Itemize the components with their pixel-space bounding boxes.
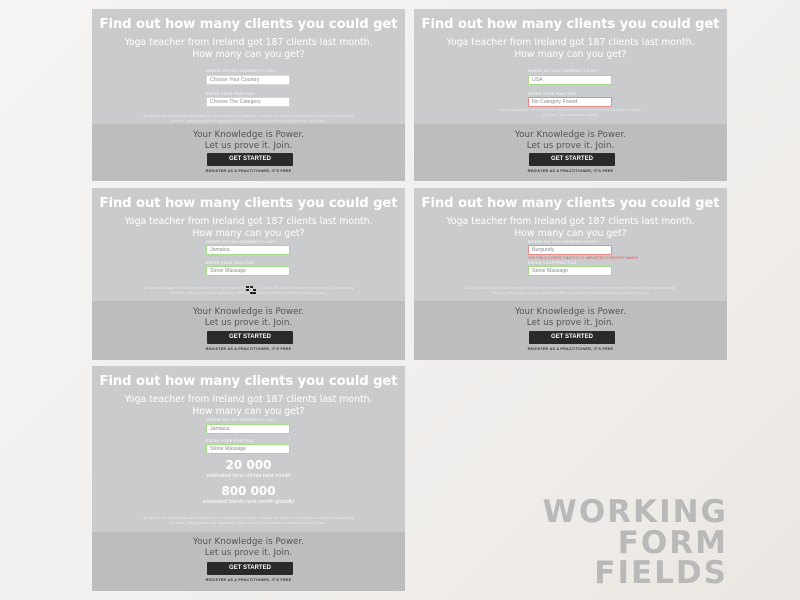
fine-print: All figures are approximate and based on… bbox=[142, 114, 355, 124]
subtitle-line-1: Yoga teacher from Ireland got 187 client… bbox=[124, 216, 373, 227]
category-label: Enter your practice bbox=[528, 92, 577, 96]
join-section: Your Knowledge is Power. Let us prove it… bbox=[414, 124, 727, 181]
knowledge-line-1: Your Knowledge is Power. bbox=[514, 307, 627, 317]
card-title: Find out how many clients you could get bbox=[99, 196, 398, 211]
country-label: Where do you currently live? bbox=[206, 69, 277, 73]
knowledge-text: Your Knowledge is Power. Let us prove it… bbox=[414, 307, 727, 329]
heading-line-2: FORM bbox=[617, 524, 728, 561]
card-title: Find out how many clients you could get bbox=[421, 17, 720, 32]
knowledge-line-2: Let us prove it. Join. bbox=[526, 141, 615, 151]
subtitle-line-2: How many can you get? bbox=[514, 227, 627, 239]
get-started-button[interactable]: GET STARTED bbox=[207, 153, 293, 166]
heading-line-3: FIELDS bbox=[594, 555, 728, 591]
knowledge-line-1: Your Knowledge is Power. bbox=[192, 537, 305, 547]
card-subtitle: Yoga teacher from Ireland got 187 client… bbox=[92, 394, 405, 417]
card-title: Find out how many clients you could get bbox=[99, 374, 398, 389]
category-input[interactable]: Choose The Category bbox=[206, 97, 290, 107]
category-label: Enter your practice bbox=[206, 92, 255, 96]
category-input[interactable]: Stone Massage bbox=[206, 444, 290, 454]
country-label: Where do you currently live? bbox=[528, 69, 599, 73]
form-card-loading: Find out how many clients you could get … bbox=[92, 188, 405, 360]
card-subtitle: Yoga teacher from Ireland got 187 client… bbox=[414, 216, 727, 239]
join-section: Your Knowledge is Power. Let us prove it… bbox=[92, 532, 405, 591]
country-input[interactable]: USA bbox=[528, 75, 612, 85]
fine-print: Your practice was not on the list? Join … bbox=[499, 108, 642, 118]
subtitle-line-1: Yoga teacher from Ireland got 187 client… bbox=[446, 37, 695, 48]
register-link[interactable]: REGISTER AS A PRACTITIONER, IT'S FREE bbox=[92, 169, 405, 173]
category-input[interactable]: No Category Found bbox=[528, 97, 612, 107]
fine-print: All figures are approximate and based on… bbox=[464, 286, 677, 296]
knowledge-line-1: Your Knowledge is Power. bbox=[192, 307, 305, 317]
card-subtitle: Yoga teacher from Ireland got 187 client… bbox=[92, 37, 405, 60]
subtitle-line-1: Yoga teacher from Ireland got 187 client… bbox=[124, 394, 373, 405]
category-input[interactable]: Stone Massage bbox=[206, 266, 290, 276]
knowledge-line-2: Let us prove it. Join. bbox=[526, 318, 615, 328]
register-link[interactable]: REGISTER AS A PRACTITIONER, IT'S FREE bbox=[92, 578, 405, 582]
country-input[interactable]: Jamaica bbox=[206, 245, 290, 255]
card-subtitle: Yoga teacher from Ireland got 187 client… bbox=[414, 37, 727, 60]
card-title: Find out how many clients you could get bbox=[421, 196, 720, 211]
form-card-error: Find out how many clients you could get … bbox=[414, 188, 727, 360]
country-label: Where do you currently live? bbox=[206, 240, 277, 244]
knowledge-text: Your Knowledge is Power. Let us prove it… bbox=[414, 130, 727, 152]
country-input[interactable]: Jamaica bbox=[206, 424, 290, 434]
local-clients-count: 20 000 bbox=[225, 458, 272, 472]
working-form-fields-heading: WORKING FORM FIELDS bbox=[543, 497, 728, 589]
category-input[interactable]: Stone Massage bbox=[528, 266, 612, 276]
country-input[interactable]: Choose Your Country bbox=[206, 75, 290, 85]
fine-print: All figures are approximate and based on… bbox=[142, 516, 355, 526]
register-link[interactable]: REGISTER AS A PRACTITIONER, IT'S FREE bbox=[92, 347, 405, 351]
form-card-results: Find out how many clients you could get … bbox=[92, 366, 405, 591]
get-started-button[interactable]: GET STARTED bbox=[529, 331, 615, 344]
card-title: Find out how many clients you could get bbox=[99, 17, 398, 32]
knowledge-text: Your Knowledge is Power. Let us prove it… bbox=[92, 537, 405, 559]
knowledge-text: Your Knowledge is Power. Let us prove it… bbox=[92, 307, 405, 329]
subtitle-line-2: How many can you get? bbox=[192, 227, 305, 239]
knowledge-line-2: Let us prove it. Join. bbox=[204, 141, 293, 151]
country-error-message: The field doesn't match to imported coun… bbox=[528, 256, 639, 260]
join-section: Your Knowledge is Power. Let us prove it… bbox=[92, 301, 405, 360]
card-subtitle: Yoga teacher from Ireland got 187 client… bbox=[92, 216, 405, 239]
knowledge-line-2: Let us prove it. Join. bbox=[204, 318, 293, 328]
knowledge-line-1: Your Knowledge is Power. bbox=[514, 130, 627, 140]
get-started-button[interactable]: GET STARTED bbox=[529, 153, 615, 166]
category-label: Enter your practice bbox=[206, 439, 255, 443]
global-clients-count: 800 000 bbox=[221, 484, 276, 498]
heading-line-1: WORKING bbox=[542, 494, 728, 530]
local-clients-label: estimated local clients next month bbox=[206, 473, 291, 479]
subtitle-line-1: Yoga teacher from Ireland got 187 client… bbox=[446, 216, 695, 227]
subtitle-line-2: How many can you get? bbox=[514, 48, 627, 60]
form-card-no-category: Find out how many clients you could get … bbox=[414, 9, 727, 181]
knowledge-line-1: Your Knowledge is Power. bbox=[192, 130, 305, 140]
country-input[interactable]: Burgundy bbox=[528, 245, 612, 255]
global-clients-label: estimated clients next month globally bbox=[202, 499, 295, 505]
country-label: Where do you currently live? bbox=[206, 418, 277, 422]
get-started-button[interactable]: GET STARTED bbox=[207, 331, 293, 344]
register-link[interactable]: REGISTER AS A PRACTITIONER, IT'S FREE bbox=[414, 169, 727, 173]
register-link[interactable]: REGISTER AS A PRACTITIONER, IT'S FREE bbox=[414, 347, 727, 351]
knowledge-line-2: Let us prove it. Join. bbox=[204, 548, 293, 558]
subtitle-line-1: Yoga teacher from Ireland got 187 client… bbox=[124, 37, 373, 48]
get-started-button[interactable]: GET STARTED bbox=[207, 562, 293, 575]
form-card-default: Find out how many clients you could get … bbox=[92, 9, 405, 181]
loading-spinner-icon bbox=[246, 286, 256, 294]
join-section: Your Knowledge is Power. Let us prove it… bbox=[92, 124, 405, 181]
country-label: Where do you currently live? bbox=[528, 240, 599, 244]
knowledge-text: Your Knowledge is Power. Let us prove it… bbox=[92, 130, 405, 152]
category-label: Enter your practice bbox=[528, 261, 577, 265]
join-section: Your Knowledge is Power. Let us prove it… bbox=[414, 301, 727, 360]
category-label: Enter your practice bbox=[206, 261, 255, 265]
subtitle-line-2: How many can you get? bbox=[192, 405, 305, 417]
subtitle-line-2: How many can you get? bbox=[192, 48, 305, 60]
